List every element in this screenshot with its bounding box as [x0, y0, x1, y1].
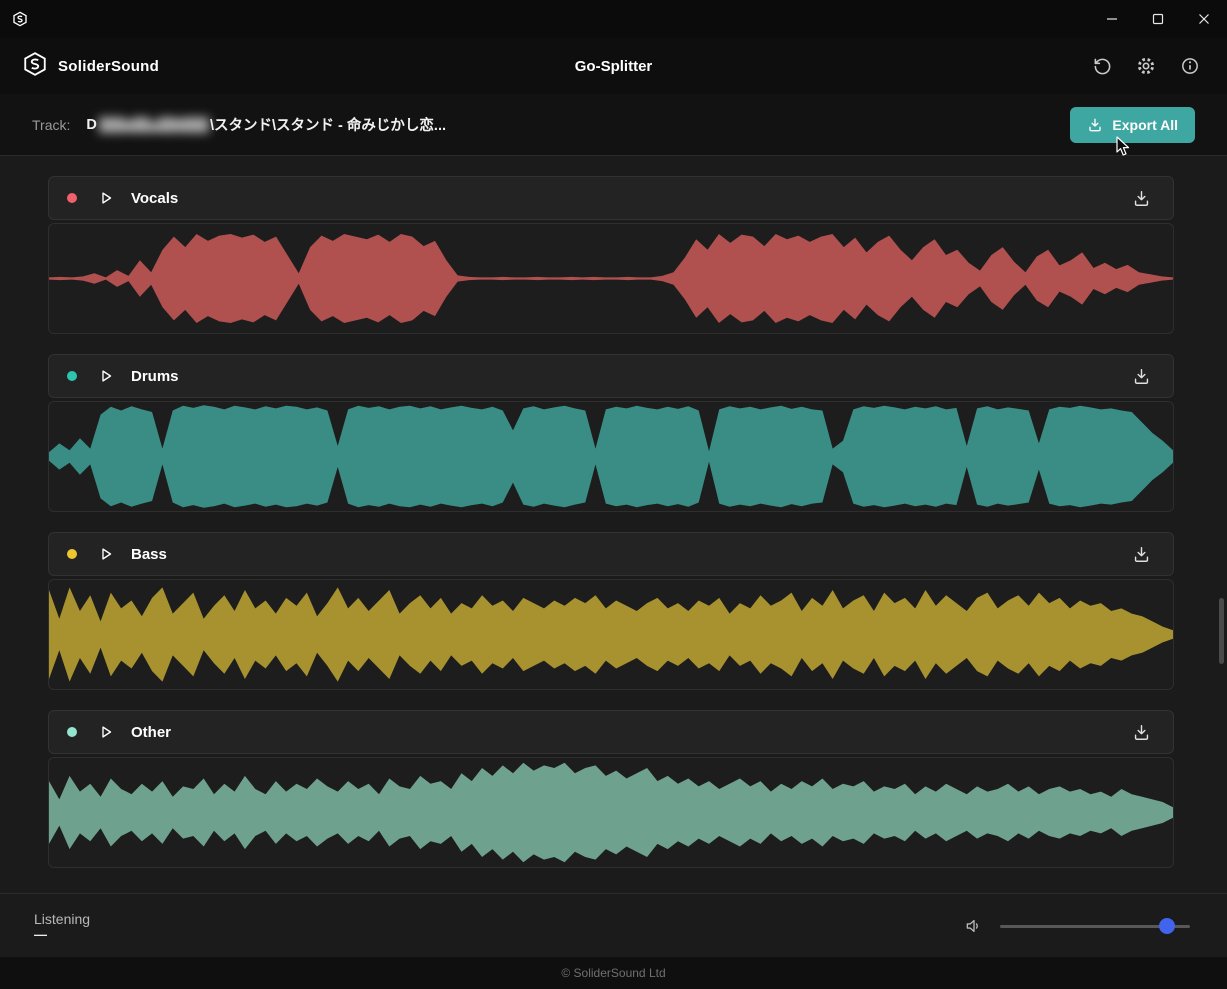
reset-button[interactable] [1087, 51, 1117, 81]
brand-logo-icon [22, 51, 48, 82]
app-header: SoliderSound Go-Splitter [0, 38, 1227, 94]
download-button[interactable] [1127, 540, 1155, 568]
page-title: Go-Splitter [0, 58, 1227, 75]
stem-status-dot [67, 549, 77, 559]
download-icon [1132, 545, 1151, 564]
speaker-icon[interactable] [964, 916, 984, 936]
footer: © SoliderSound Ltd [0, 957, 1227, 989]
stem-status-dot [67, 193, 77, 203]
volume-slider[interactable] [1000, 918, 1190, 934]
play-button[interactable] [93, 719, 119, 745]
settings-button[interactable] [1131, 51, 1161, 81]
maximize-icon [1152, 13, 1164, 25]
stem-card-vocals: Vocals [48, 176, 1174, 334]
play-icon [97, 189, 115, 207]
brand: SoliderSound [22, 51, 159, 82]
download-button[interactable] [1127, 718, 1155, 746]
play-icon [97, 367, 115, 385]
scrollbar-thumb[interactable] [1219, 598, 1224, 664]
download-button[interactable] [1127, 362, 1155, 390]
stem-card-other: Other [48, 710, 1174, 868]
track-path-suffix: \スタンド\スタンド - 命みじかし恋... [210, 114, 446, 135]
stem-header: Other [48, 710, 1174, 754]
stem-card-bass: Bass [48, 532, 1174, 690]
info-button[interactable] [1175, 51, 1205, 81]
waveform-drums[interactable] [48, 401, 1174, 512]
stem-name: Bass [131, 546, 167, 563]
export-all-button[interactable]: Export All [1070, 107, 1195, 143]
waveform-other[interactable] [48, 757, 1174, 868]
stem-header: Vocals [48, 176, 1174, 220]
status-bar: Listening — [0, 893, 1227, 957]
download-button[interactable] [1127, 184, 1155, 212]
play-button[interactable] [93, 541, 119, 567]
download-icon [1132, 367, 1151, 386]
stem-header: Drums [48, 354, 1174, 398]
download-icon [1132, 723, 1151, 742]
minimize-icon [1106, 13, 1118, 25]
track-label: Track: [32, 117, 70, 133]
track-path-prefix: D [86, 117, 96, 133]
stem-status-dot [67, 371, 77, 381]
stem-name: Drums [131, 368, 179, 385]
close-icon [1198, 13, 1210, 25]
track-path: D ███▆██▅██▇███ \スタンド\スタンド - 命みじかし恋... [86, 114, 446, 135]
play-icon [97, 723, 115, 741]
track-path-redacted: ███▆██▅██▇███ [99, 117, 208, 133]
app-logo-icon [12, 11, 28, 27]
stem-name: Other [131, 724, 171, 741]
brand-name: SoliderSound [58, 58, 159, 75]
stem-name: Vocals [131, 190, 178, 207]
stem-status-dot [67, 727, 77, 737]
waveform-bass[interactable] [48, 579, 1174, 690]
minimize-button[interactable] [1089, 0, 1135, 38]
download-icon [1132, 189, 1151, 208]
stem-header: Bass [48, 532, 1174, 576]
download-icon [1087, 117, 1103, 133]
play-button[interactable] [93, 363, 119, 389]
stems-list: Vocals Drums B [0, 156, 1227, 893]
maximize-button[interactable] [1135, 0, 1181, 38]
export-all-label: Export All [1112, 117, 1178, 133]
status-text: Listening [34, 911, 90, 927]
close-button[interactable] [1181, 0, 1227, 38]
copyright-text: © SoliderSound Ltd [561, 966, 665, 980]
info-icon [1180, 56, 1200, 76]
reset-icon [1093, 57, 1112, 76]
play-button[interactable] [93, 185, 119, 211]
titlebar [0, 0, 1227, 38]
play-icon [97, 545, 115, 563]
gear-icon [1136, 56, 1156, 76]
track-bar: Track: D ███▆██▅██▇███ \スタンド\スタンド - 命みじか… [0, 94, 1227, 156]
status-indicator: — [34, 930, 90, 940]
stem-card-drums: Drums [48, 354, 1174, 512]
volume-handle[interactable] [1159, 918, 1175, 934]
waveform-vocals[interactable] [48, 223, 1174, 334]
